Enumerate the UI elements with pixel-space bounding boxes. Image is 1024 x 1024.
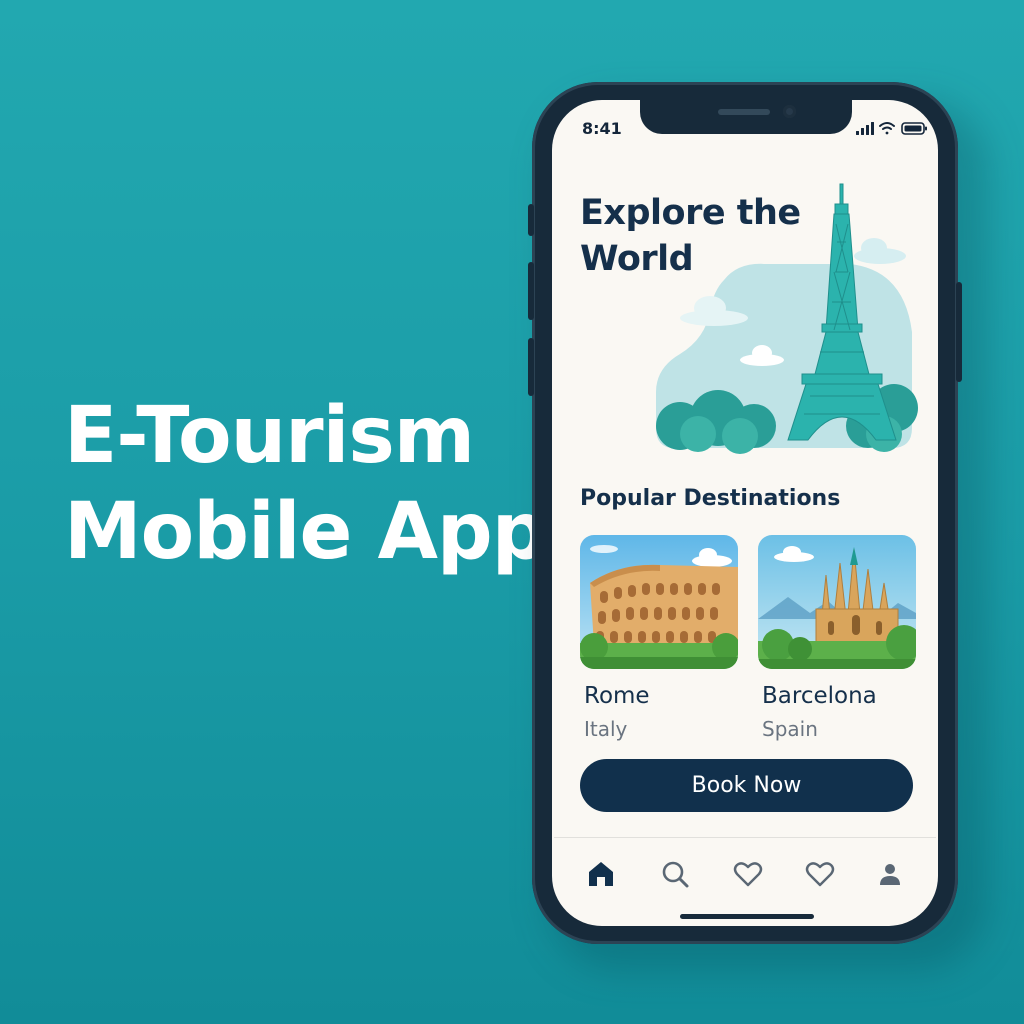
headline-line-2: Mobile App bbox=[64, 487, 548, 577]
signal-icon bbox=[856, 122, 874, 135]
destination-city: Rome bbox=[584, 683, 650, 709]
home-icon[interactable] bbox=[585, 858, 617, 890]
destination-country: Spain bbox=[762, 717, 818, 741]
status-time: 8:41 bbox=[582, 119, 622, 138]
wifi-icon bbox=[879, 122, 895, 135]
power-button bbox=[956, 282, 962, 382]
status-icons bbox=[856, 122, 927, 135]
heart-icon[interactable] bbox=[804, 858, 836, 890]
earpiece-speaker bbox=[718, 109, 770, 115]
heart-icon[interactable] bbox=[732, 858, 764, 890]
colosseum-image bbox=[580, 535, 738, 669]
cloud-icon bbox=[854, 238, 906, 264]
promo-headline: E-Tourism Mobile App bbox=[64, 388, 548, 580]
search-icon[interactable] bbox=[659, 858, 691, 890]
front-camera bbox=[783, 105, 796, 118]
nav-divider bbox=[554, 837, 936, 838]
battery-icon bbox=[901, 122, 927, 135]
profile-icon[interactable] bbox=[874, 858, 906, 890]
destination-card-rome[interactable]: Rome Italy bbox=[580, 535, 738, 741]
home-indicator[interactable] bbox=[680, 914, 814, 919]
sagrada-familia-image bbox=[758, 535, 916, 669]
book-now-button[interactable]: Book Now bbox=[580, 759, 913, 812]
destination-card-barcelona[interactable]: Barcelona Spain bbox=[758, 535, 916, 741]
phone-notch bbox=[640, 98, 852, 134]
eiffel-tower-illustration bbox=[656, 183, 918, 454]
headline-line-1: E-Tourism bbox=[64, 391, 475, 481]
destination-city: Barcelona bbox=[762, 683, 877, 709]
silent-switch bbox=[528, 204, 534, 236]
section-title: Popular Destinations bbox=[580, 486, 841, 511]
destination-country: Italy bbox=[584, 717, 628, 741]
volume-down-button bbox=[528, 338, 534, 396]
volume-up-button bbox=[528, 262, 534, 320]
